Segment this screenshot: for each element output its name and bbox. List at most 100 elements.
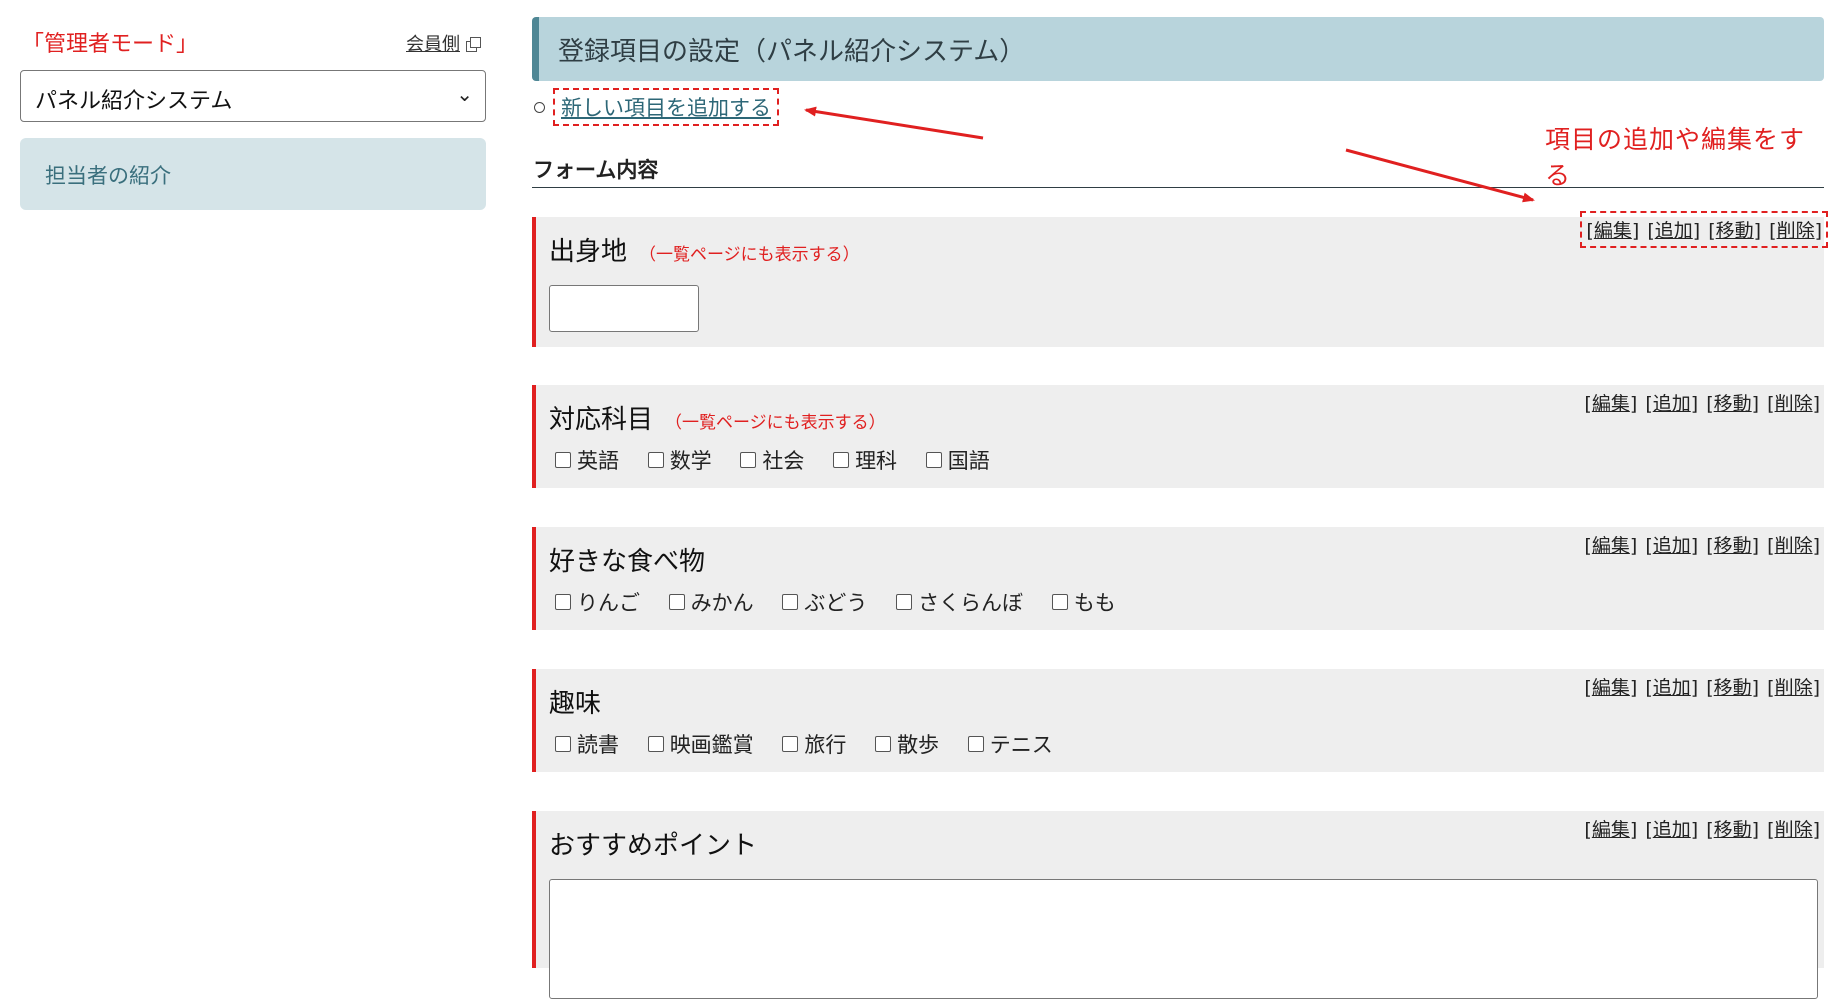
delete-link[interactable]: 削除	[1775, 535, 1813, 557]
delete-link[interactable]: 削除	[1775, 677, 1813, 699]
field-label: おすすめポイント	[549, 825, 757, 862]
checkbox[interactable]	[647, 452, 664, 468]
move-link[interactable]: 移動	[1714, 535, 1752, 557]
checkbox-label: 散歩	[897, 733, 940, 757]
checkbox[interactable]	[555, 594, 571, 610]
move-link[interactable]: 移動	[1714, 819, 1752, 841]
external-link-icon	[466, 37, 481, 52]
checkbox-option[interactable]: 社会	[740, 445, 804, 475]
checkbox-label: 旅行	[804, 733, 847, 757]
checkbox-group: 英語 数学 社会 理科 国語	[555, 445, 1012, 475]
checkbox-option[interactable]: テニス	[967, 729, 1053, 759]
checkbox-option[interactable]: 旅行	[782, 729, 846, 759]
checkbox-option[interactable]: 数学	[647, 445, 712, 475]
checkbox-label: もも	[1073, 591, 1116, 615]
edit-link[interactable]: 編集	[1594, 220, 1632, 242]
delete-link[interactable]: 削除	[1775, 819, 1813, 841]
delete-link[interactable]: 削除	[1777, 220, 1815, 242]
field-label: 趣味	[549, 683, 601, 720]
checkbox-label: 読書	[577, 733, 619, 757]
add-link[interactable]: 追加	[1653, 819, 1691, 841]
checkbox[interactable]	[668, 594, 685, 610]
checkbox-label: さくらんぼ	[918, 591, 1024, 615]
checkbox-label: テニス	[989, 733, 1053, 757]
field-actions: [編集] [追加] [移動] [削除]	[1584, 535, 1820, 557]
checkbox-label: 英語	[577, 449, 619, 473]
field-block: 趣味 [編集] [追加] [移動] [削除] 読書 映画鑑賞 旅行 散歩 テニス	[532, 669, 1824, 772]
field-label-text: 対応科目	[549, 405, 654, 435]
chevron-down-icon: ⌄	[456, 82, 473, 106]
checkbox[interactable]	[555, 452, 571, 468]
textarea-input[interactable]	[549, 879, 1818, 999]
field-label-text: おすすめポイント	[549, 831, 758, 861]
field-label: 対応科目 （一覧ページにも表示する）	[549, 399, 886, 436]
checkbox-option[interactable]: ぶどう	[782, 587, 867, 617]
checkbox-option[interactable]: 映画鑑賞	[647, 729, 754, 759]
delete-link[interactable]: 削除	[1775, 393, 1813, 415]
system-select[interactable]: パネル紹介システム ⌄	[20, 70, 486, 122]
edit-link[interactable]: 編集	[1592, 819, 1630, 841]
arrow-to-add-link	[804, 106, 984, 140]
edit-link[interactable]: 編集	[1592, 393, 1630, 415]
add-link[interactable]: 追加	[1653, 393, 1691, 415]
checkbox[interactable]	[896, 594, 913, 610]
field-actions: [編集] [追加] [移動] [削除]	[1584, 677, 1820, 699]
checkbox-group: りんご みかん ぶどう さくらんぼ もも	[555, 587, 1138, 617]
field-block: おすすめポイント [編集] [追加] [移動] [削除]	[532, 811, 1824, 999]
member-side-link-label[interactable]: 会員側	[406, 34, 460, 55]
field-label-text: 趣味	[549, 689, 602, 719]
checkbox-option[interactable]: 英語	[555, 445, 619, 475]
field-block: 好きな食べ物 [編集] [追加] [移動] [削除] りんご みかん ぶどう さ…	[532, 527, 1824, 630]
checkbox[interactable]	[782, 736, 799, 752]
member-side-link[interactable]: 会員側	[406, 30, 481, 56]
checkbox[interactable]	[833, 452, 850, 468]
field-actions: [編集] [追加] [移動] [削除]	[1580, 211, 1828, 248]
checkbox-option[interactable]: 散歩	[875, 729, 939, 759]
field-label-text: 好きな食べ物	[549, 547, 706, 577]
checkbox-option[interactable]: りんご	[555, 587, 640, 617]
add-new-item-link[interactable]: 新しい項目を追加する	[561, 96, 771, 120]
bullet-icon	[534, 101, 545, 113]
checkbox[interactable]	[555, 736, 571, 752]
move-link[interactable]: 移動	[1716, 220, 1754, 242]
add-link[interactable]: 追加	[1655, 220, 1693, 242]
checkbox[interactable]	[647, 736, 664, 752]
checkbox-option[interactable]: みかん	[668, 587, 754, 617]
move-link[interactable]: 移動	[1714, 393, 1752, 415]
field-block: 対応科目 （一覧ページにも表示する） [編集] [追加] [移動] [削除] 英語…	[532, 385, 1824, 488]
checkbox-option[interactable]: もも	[1051, 587, 1116, 617]
add-link[interactable]: 追加	[1653, 535, 1691, 557]
checkbox[interactable]	[925, 452, 942, 468]
checkbox-label: みかん	[690, 591, 754, 615]
checkbox[interactable]	[967, 736, 984, 752]
checkbox[interactable]	[782, 594, 799, 610]
checkbox[interactable]	[740, 452, 757, 468]
checkbox-option[interactable]: さくらんぼ	[896, 587, 1023, 617]
add-item-row: 新しい項目を追加する	[534, 88, 779, 126]
checkbox-label: りんご	[577, 591, 640, 615]
system-select-value: パネル紹介システム	[35, 89, 233, 114]
checkbox-label: 映画鑑賞	[669, 733, 754, 757]
admin-mode-label: 「管理者モード」	[22, 32, 199, 57]
checkbox-label: ぶどう	[804, 591, 868, 615]
field-actions: [編集] [追加] [移動] [削除]	[1584, 393, 1820, 415]
text-input[interactable]	[549, 285, 699, 332]
sidebar-item-staff-intro[interactable]: 担当者の紹介	[20, 138, 486, 210]
page-title: 登録項目の設定（パネル紹介システム）	[558, 37, 1026, 67]
checkbox-option[interactable]: 理科	[833, 445, 897, 475]
checkbox-group: 読書 映画鑑賞 旅行 散歩 テニス	[555, 729, 1075, 759]
sidebar-item-label: 担当者の紹介	[45, 164, 171, 188]
field-note: （一覧ページにも表示する）	[665, 413, 886, 433]
move-link[interactable]: 移動	[1714, 677, 1752, 699]
checkbox-option[interactable]: 読書	[555, 729, 619, 759]
field-label: 好きな食べ物	[549, 541, 705, 578]
edit-link[interactable]: 編集	[1592, 535, 1630, 557]
checkbox[interactable]	[1051, 594, 1068, 610]
checkbox-option[interactable]: 国語	[925, 445, 990, 475]
edit-link[interactable]: 編集	[1592, 677, 1630, 699]
add-link-highlight: 新しい項目を追加する	[553, 88, 779, 126]
form-section-title: フォーム内容	[532, 154, 1824, 188]
add-link[interactable]: 追加	[1653, 677, 1691, 699]
checkbox[interactable]	[875, 736, 892, 752]
field-label-text: 出身地	[549, 237, 628, 267]
